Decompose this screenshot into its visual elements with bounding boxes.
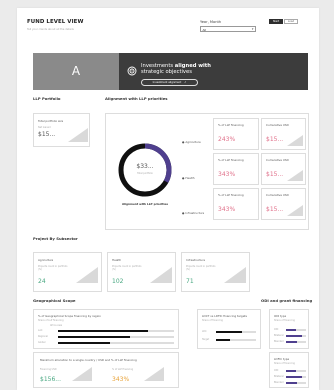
odi-bar [286, 335, 303, 337]
ldfic-bar-track [286, 370, 306, 372]
odi-bar-track [286, 329, 306, 331]
external-link-icon: ↗ [184, 81, 187, 84]
trend-sparkline [224, 267, 246, 283]
ldfic-type-card: LDFIC type Share of financing ODI Bilate… [269, 352, 309, 388]
priority-label-health: ● Health [182, 176, 195, 180]
total-portfolio-card: Total portfolio size Net loaned $15... [33, 113, 90, 147]
ldc-financing-card: LDCT vs LDFIC financing targets Share of… [197, 309, 261, 349]
banner-letter: A [33, 53, 119, 90]
subsector-card-infrastructure: Infrastructure Projects count in portfol… [181, 252, 250, 292]
odi-bar [286, 329, 296, 331]
pct-card-agriculture: % of LLP financing 243% [213, 118, 259, 150]
max-allocation-pct: 343% [112, 376, 130, 383]
ldc-bar-track [216, 339, 256, 341]
odi-bar-track [286, 341, 306, 343]
trend-sparkline [287, 170, 303, 181]
region-bar-track [58, 342, 174, 344]
cum-value-agriculture: $15... [266, 136, 284, 143]
region-legend: Africa Asia [50, 324, 63, 327]
pct-value-health: 343% [218, 171, 236, 178]
odi-bar [286, 341, 297, 343]
ldc-target-bar [216, 339, 231, 341]
toggle-load-button[interactable]: Load [284, 19, 298, 24]
ldfic-bar [286, 376, 303, 378]
trend-sparkline [150, 267, 172, 283]
total-portfolio-value: $15... [38, 131, 56, 138]
banner-text: Investments aligned with strategic objec… [141, 63, 211, 75]
max-allocation-usd: $156... [40, 376, 61, 383]
donut-center-value: $33... [136, 163, 154, 170]
alignment-heading: Alignment with LLP priorities [105, 96, 168, 101]
cum-card-infrastructure: Cumulative USD $15... [261, 188, 306, 220]
trend-sparkline [68, 128, 88, 142]
pct-card-infrastructure: % of LLP financing 343% [213, 188, 259, 220]
trend-sparkline [287, 135, 303, 146]
priority-label-infrastructure: ● Infrastructure [182, 211, 205, 215]
ldfic-bar-track [286, 382, 306, 384]
trend-sparkline [76, 267, 98, 283]
ldc-bar [216, 331, 242, 333]
cum-value-health: $15... [266, 171, 284, 178]
investment-alignment-button[interactable]: Investment alignment ↗ [141, 79, 198, 86]
ldfic-bar-track [286, 376, 306, 378]
region-bar-regional [58, 336, 130, 338]
subsector-heading: Project By Subsector [33, 236, 78, 241]
total-portfolio-sublabel: Net loaned [38, 126, 51, 129]
toggle-start-button[interactable]: Start [269, 19, 283, 24]
pct-value-infrastructure: 343% [218, 206, 236, 213]
ldc-bar-track [216, 331, 256, 333]
cum-card-health: Cumulative USD $15... [261, 153, 306, 185]
max-allocation-card: Maximum allocation to a single country /… [33, 352, 179, 388]
donut-center-sublabel: Total portfolio [137, 172, 153, 175]
year-month-select[interactable]: All ▾ [200, 26, 256, 32]
odi-bar-track [286, 335, 306, 337]
llp-portfolio-heading: LLP Portfolio [33, 96, 61, 101]
subsector-value-infrastructure: 71 [186, 278, 194, 285]
pct-card-health: % of LLP financing 343% [213, 153, 259, 185]
ldfic-bar [286, 370, 296, 372]
page-title: FUND LEVEL VIEW [27, 19, 84, 25]
page-subtitle: Tell your clients about all the details [27, 28, 74, 31]
year-month-label: Year, Month [200, 20, 222, 24]
odi-type-card: ODI type Share of financing ODI Bilatera… [269, 309, 309, 349]
region-bar-global [58, 342, 111, 344]
chevron-down-icon: ▾ [251, 27, 254, 32]
trend-sparkline [72, 367, 92, 381]
subsector-card-agriculture: Agriculture Projects count in portfolio … [33, 252, 102, 292]
region-bar-track [58, 330, 174, 332]
trend-sparkline [287, 205, 303, 216]
dashboard-page: FUND LEVEL VIEW Tell your clients about … [17, 8, 319, 390]
odi-heading: ODI and grant financing [261, 298, 313, 303]
region-bar-track [58, 336, 174, 338]
target-icon [127, 66, 137, 76]
region-financing-card: % of Geographical Scope financing by reg… [33, 309, 179, 349]
cum-card-agriculture: Cumulative USD $15... [261, 118, 306, 150]
alignment-donut-chart [118, 143, 172, 197]
pct-value-agriculture: 243% [218, 136, 236, 143]
subsector-value-agriculture: 24 [38, 278, 46, 285]
priority-label-agriculture: ● Agriculture [182, 140, 201, 144]
total-portfolio-label: Total portfolio size [38, 119, 64, 123]
subsector-value-health: 102 [112, 278, 124, 285]
ldfic-bar [286, 382, 297, 384]
trend-sparkline [144, 367, 164, 381]
year-month-value: All [202, 27, 207, 32]
region-bar-lac [58, 330, 149, 332]
geo-scope-heading: Geographical Scope [33, 298, 76, 303]
donut-caption: Alignment with LLP priorities [121, 202, 169, 206]
subsector-card-health: Health Projects count in portfolio (%) 1… [107, 252, 176, 292]
cum-value-infrastructure: $15... [266, 206, 284, 213]
